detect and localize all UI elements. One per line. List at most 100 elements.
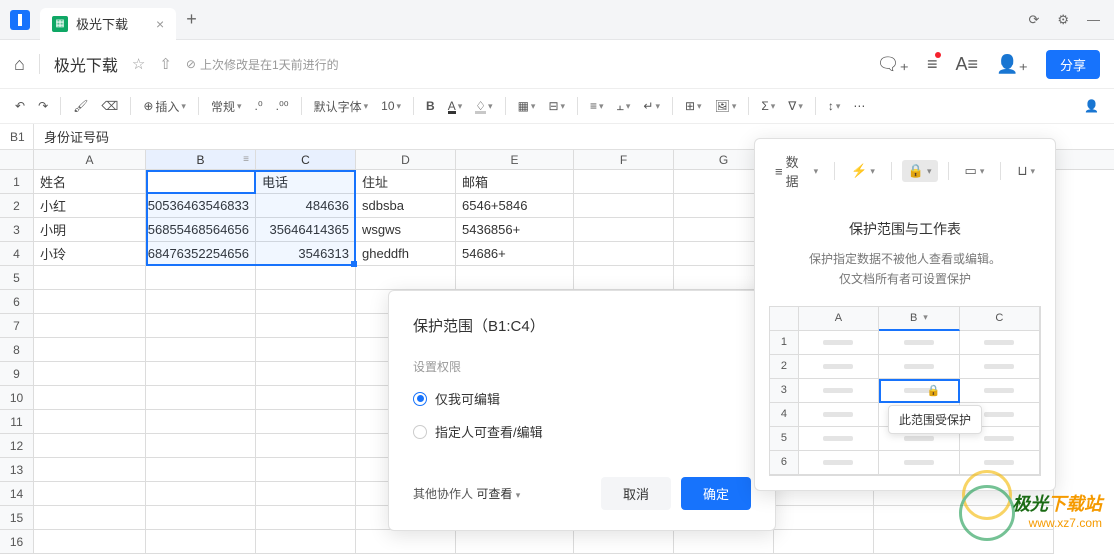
col-header-C[interactable]: C: [256, 150, 356, 169]
freeze-button[interactable]: ⊞ ▾: [680, 96, 707, 116]
cell[interactable]: [256, 266, 356, 290]
row-header[interactable]: 11: [0, 410, 34, 434]
cell[interactable]: [34, 410, 146, 434]
number-format-button[interactable]: 常规 ▾: [206, 95, 247, 118]
more-button[interactable]: ⋯: [848, 96, 870, 116]
cell[interactable]: [146, 386, 256, 410]
cell[interactable]: 54686+: [456, 242, 574, 266]
font-size-select[interactable]: 10 ▾: [376, 96, 406, 116]
row-header[interactable]: 14: [0, 482, 34, 506]
filter-button[interactable]: ∇ ▾: [783, 96, 808, 116]
cell[interactable]: [34, 458, 146, 482]
confirm-button[interactable]: 确定: [681, 477, 751, 510]
cell[interactable]: [874, 530, 1054, 554]
cell[interactable]: 5436856+: [456, 218, 574, 242]
filter-icon[interactable]: ≡: [243, 154, 249, 165]
cell[interactable]: 小红: [34, 194, 146, 218]
undo-button[interactable]: ↶: [10, 96, 30, 116]
cell[interactable]: [456, 266, 574, 290]
row-header[interactable]: 12: [0, 434, 34, 458]
borders-button[interactable]: ▦ ▾: [513, 96, 541, 116]
cell[interactable]: [574, 266, 674, 290]
data-menu-button[interactable]: ≡ 数据 ▾: [769, 149, 824, 193]
cell[interactable]: 小明: [34, 218, 146, 242]
cell[interactable]: [574, 218, 674, 242]
cell[interactable]: [34, 338, 146, 362]
cell[interactable]: [34, 290, 146, 314]
cell[interactable]: [34, 530, 146, 554]
cell[interactable]: [256, 434, 356, 458]
col-header-D[interactable]: D: [356, 150, 456, 169]
valign-button[interactable]: ⫠ ▾: [612, 96, 636, 117]
cell[interactable]: [574, 170, 674, 194]
col-header-F[interactable]: F: [574, 150, 674, 169]
col-header-E[interactable]: E: [456, 150, 574, 169]
cell[interactable]: 3546313: [256, 242, 356, 266]
cell[interactable]: [256, 314, 356, 338]
cell[interactable]: [574, 530, 674, 554]
cell[interactable]: 68476352254656: [146, 242, 256, 266]
app-icon[interactable]: [0, 0, 40, 40]
row-header[interactable]: 4: [0, 242, 34, 266]
cell[interactable]: [774, 506, 874, 530]
cell[interactable]: [146, 506, 256, 530]
cell[interactable]: [256, 338, 356, 362]
cell[interactable]: [34, 386, 146, 410]
cell[interactable]: 6546+5846: [456, 194, 574, 218]
row-header[interactable]: 5: [0, 266, 34, 290]
col-header-A[interactable]: A: [34, 150, 146, 169]
cell[interactable]: 50536463546833: [146, 194, 256, 218]
cancel-button[interactable]: 取消: [601, 477, 671, 510]
cell[interactable]: 电话: [256, 170, 356, 194]
row-header[interactable]: 3: [0, 218, 34, 242]
sort-button[interactable]: ↕ ▾: [823, 96, 846, 116]
cell[interactable]: [34, 314, 146, 338]
cell[interactable]: [456, 530, 574, 554]
cell[interactable]: [146, 314, 256, 338]
sort-panel-button[interactable]: ⚡▾: [845, 160, 881, 182]
cell[interactable]: 姓名: [34, 170, 146, 194]
cell[interactable]: 身份证号码: [146, 170, 256, 194]
collab-icon[interactable]: 👤: [1079, 96, 1104, 116]
image-button[interactable]: 🖼 ▾: [710, 96, 742, 116]
format-painter-button[interactable]: 🖌: [68, 96, 93, 116]
redo-button[interactable]: ↷: [33, 96, 53, 116]
cell[interactable]: 56855468564656: [146, 218, 256, 242]
radio-only-me[interactable]: 仅我可编辑: [413, 389, 751, 408]
row-header[interactable]: 15: [0, 506, 34, 530]
doc-title[interactable]: 极光下载: [54, 52, 118, 76]
cell[interactable]: [574, 194, 674, 218]
cell[interactable]: [674, 530, 774, 554]
cell[interactable]: sdbsba: [356, 194, 456, 218]
row-header[interactable]: 16: [0, 530, 34, 554]
formula-button[interactable]: Σ ▾: [756, 96, 780, 116]
cell[interactable]: [256, 362, 356, 386]
row-header[interactable]: 6: [0, 290, 34, 314]
cell[interactable]: 小玲: [34, 242, 146, 266]
minimize-icon[interactable]: —: [1087, 12, 1100, 28]
cell[interactable]: gheddfh: [356, 242, 456, 266]
cell[interactable]: 邮箱: [456, 170, 574, 194]
share-button[interactable]: 分享: [1046, 50, 1100, 79]
wrap-button[interactable]: ↵ ▾: [638, 96, 665, 116]
cell[interactable]: [146, 458, 256, 482]
home-icon[interactable]: ⌂: [14, 54, 25, 75]
cell[interactable]: [874, 506, 1054, 530]
fill-color-button[interactable]: ♢ ▾: [470, 96, 497, 116]
row-header[interactable]: 10: [0, 386, 34, 410]
font-select[interactable]: 默认字体 ▾: [309, 95, 374, 118]
clear-format-button[interactable]: ⌫: [96, 96, 123, 116]
cell[interactable]: [256, 506, 356, 530]
tab-close-icon[interactable]: ×: [156, 16, 164, 32]
row-header[interactable]: 8: [0, 338, 34, 362]
cell[interactable]: [356, 266, 456, 290]
cell[interactable]: [34, 362, 146, 386]
cell[interactable]: [774, 530, 874, 554]
cell[interactable]: [256, 410, 356, 434]
halign-button[interactable]: ≡ ▾: [585, 96, 609, 116]
merge-button[interactable]: ⊟ ▾: [543, 96, 570, 116]
increase-decimal-button[interactable]: .⁰⁰: [271, 96, 294, 116]
document-tab[interactable]: ▦ 极光下载 ×: [40, 8, 176, 40]
cell[interactable]: [256, 386, 356, 410]
row-header[interactable]: 9: [0, 362, 34, 386]
